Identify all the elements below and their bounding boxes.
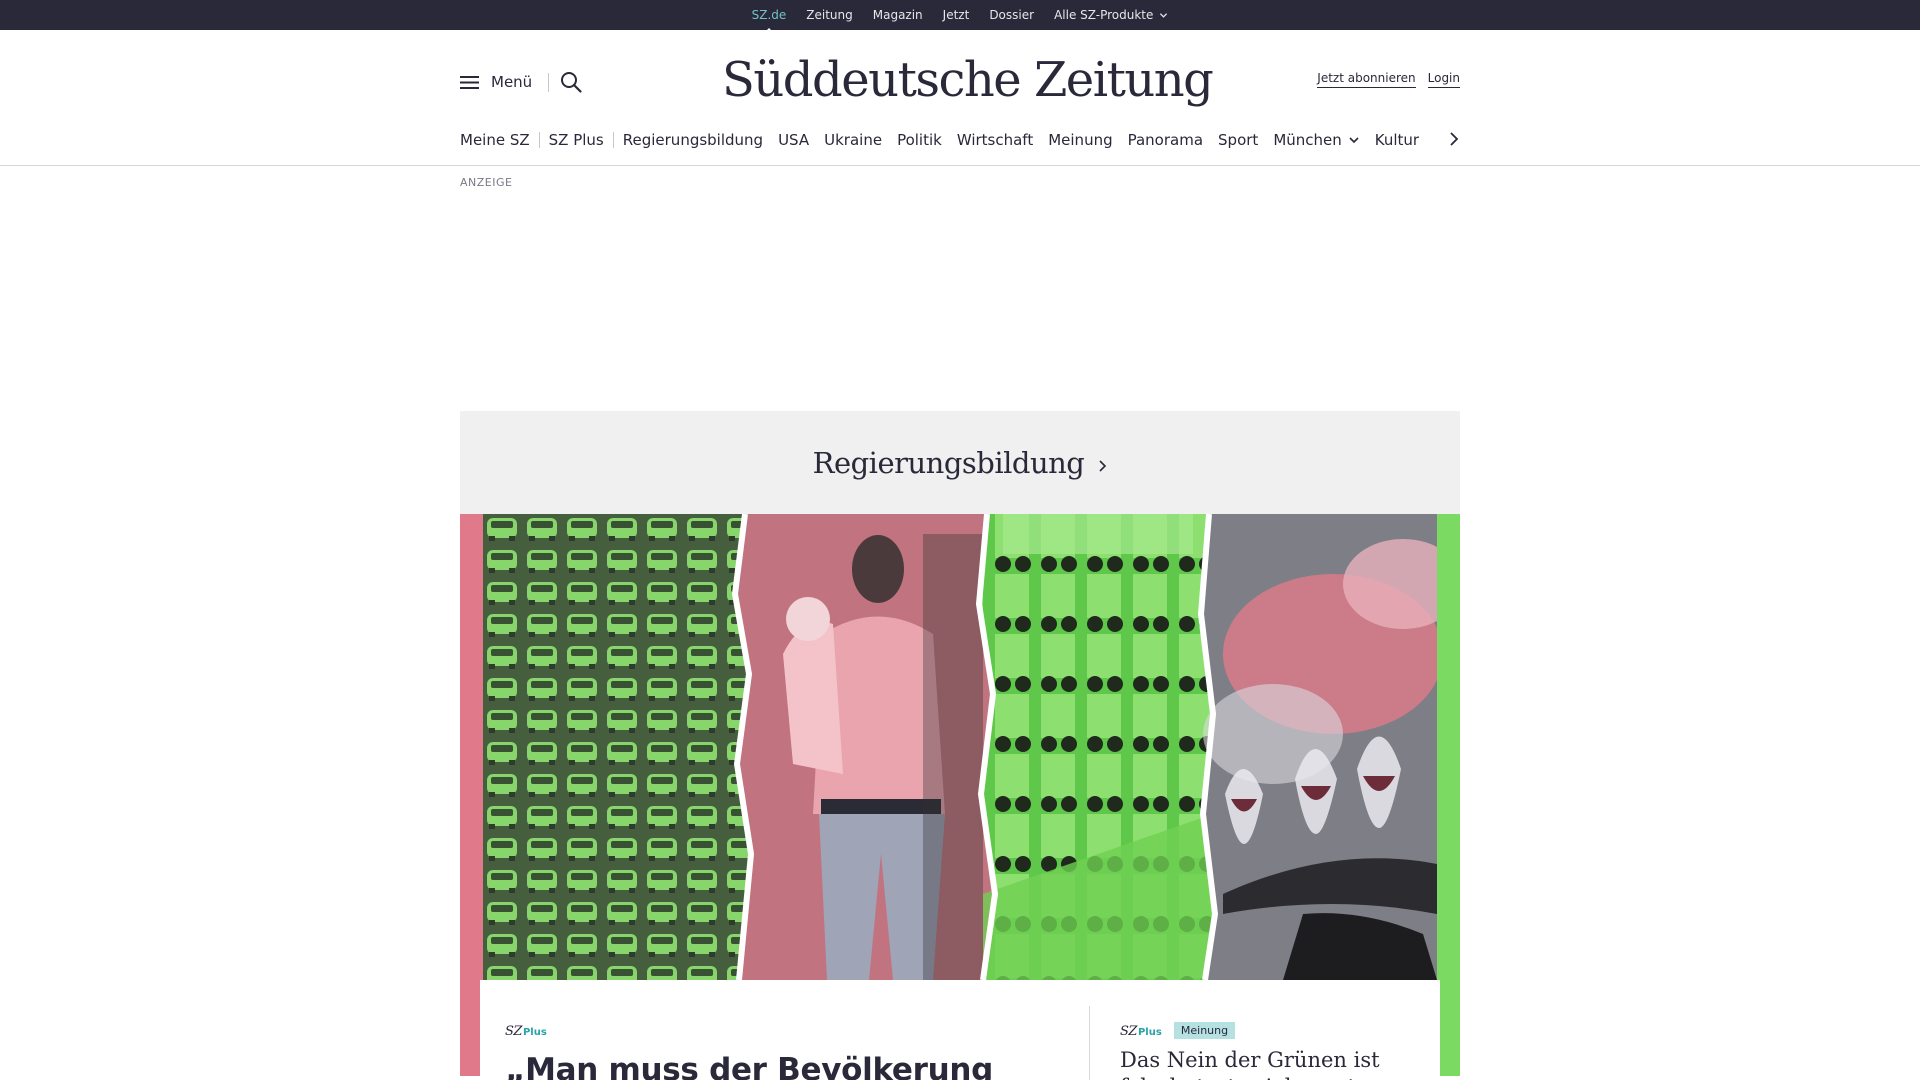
chevron-down-icon: [1160, 12, 1168, 18]
top-bar-link-label: Zeitung: [806, 8, 853, 22]
top-bar-link-label: Magazin: [872, 8, 923, 22]
top-bar-link-alle-sz-produkte[interactable]: Alle SZ-Produkte: [1054, 8, 1168, 22]
nav-item-label: USA: [778, 131, 810, 149]
teaser-card: SZPlus „Man muss der Bevölkerung reinen …: [480, 980, 1440, 1080]
section-title: Regierungsbildung: [812, 445, 1085, 480]
top-bar-link-dossier[interactable]: Dossier: [989, 8, 1034, 22]
card-divider: [1089, 1006, 1090, 1080]
header-divider: [548, 73, 549, 92]
opinion-badge: Meinung: [1173, 1022, 1236, 1039]
chevron-down-icon: [1349, 137, 1359, 144]
site-logo[interactable]: Süddeutsche Zeitung: [722, 48, 1214, 112]
chevron-right-icon: [1099, 459, 1107, 472]
sz-plus-suffix: Plus: [522, 1027, 547, 1038]
nav-item-meinung[interactable]: Meinung: [1048, 131, 1112, 149]
teaser-image[interactable]: [483, 514, 1437, 980]
nav-item-meine-sz[interactable]: Meine SZ: [460, 131, 530, 149]
sz-plus-label: SZ Plus: [505, 1024, 547, 1039]
nav-item-label: Sport: [1218, 131, 1259, 149]
nav-item-usa[interactable]: USA: [778, 131, 809, 149]
nav-item-sport[interactable]: Sport: [1218, 131, 1258, 149]
login-link[interactable]: Login: [1427, 71, 1460, 88]
nav-item-label: Panorama: [1127, 131, 1204, 149]
top-bar-link-jetzt[interactable]: Jetzt: [943, 8, 970, 22]
nav-item-label: Meinung: [1048, 131, 1113, 149]
sz-plus-brand: SZ: [505, 1024, 522, 1039]
nav-item-label: SZ Plus: [548, 131, 604, 149]
main-headline[interactable]: „Man muss der Bevölkerung reinen Wein ei…: [505, 1051, 1065, 1080]
nav-scroll-next-button[interactable]: [1449, 131, 1459, 151]
side-headline[interactable]: Das Nein der Grünen ist falsch, trotz vi…: [1120, 1047, 1420, 1080]
nav-item-label: Kultur: [1374, 131, 1420, 149]
hamburger-icon: [460, 75, 479, 89]
top-bar-link-magazin[interactable]: Magazin: [873, 8, 923, 22]
nav-item-kultur[interactable]: Kultur: [1375, 131, 1419, 149]
section-banner[interactable]: Regierungsbildung: [460, 411, 1460, 514]
account-links: Jetzt abonnieren Login: [1317, 71, 1460, 88]
nav-item-label: Regierungsbildung: [622, 131, 764, 149]
nav-item-sz-plus[interactable]: SZ Plus: [549, 131, 604, 149]
header-rule: [0, 165, 1920, 166]
nav-item-muenchen[interactable]: München: [1273, 131, 1359, 149]
top-bar: SZ.de Zeitung Magazin Jetzt Dossier Alle SZ-P…: [0, 0, 1920, 33]
sz-plus-brand: SZ: [1120, 1024, 1137, 1039]
ad-label: ANZEIGE: [460, 176, 513, 189]
site-header: Menü Süddeutsche Zeitung Jetzt abonniere…: [460, 30, 1460, 135]
main-article-teaser[interactable]: SZPlus „Man muss der Bevölkerung reinen …: [505, 1020, 1065, 1080]
search-button[interactable]: [560, 71, 582, 97]
nav-item-label: Ukraine: [824, 131, 883, 149]
teaser-frame-right: [1437, 514, 1460, 1076]
nav-item-label: Politik: [897, 131, 942, 149]
nav-item-label: Wirtschaft: [956, 131, 1034, 149]
sz-plus-label: SZ Plus: [1120, 1024, 1162, 1039]
chevron-right-icon: [1450, 132, 1459, 146]
nav-divider: [612, 132, 614, 148]
subscribe-link[interactable]: Jetzt abonnieren: [1317, 71, 1416, 88]
top-bar-link-zeitung[interactable]: Zeitung: [806, 8, 852, 22]
nav-item-ukraine[interactable]: Ukraine: [824, 131, 882, 149]
menu-button[interactable]: Menü: [460, 73, 532, 91]
nav-item-label: Meine SZ: [460, 131, 530, 149]
side-article-teaser[interactable]: SZPlus Meinung Das Nein der Grünen ist f…: [1120, 1020, 1420, 1080]
main-navigation: Meine SZ SZ Plus Regierungsbildung USA Ukrai…: [460, 128, 1460, 152]
top-bar-link-sz-de[interactable]: SZ.de: [751, 8, 787, 33]
collage-illustration: [483, 514, 1437, 980]
nav-item-wirtschaft[interactable]: Wirtschaft: [957, 131, 1033, 149]
nav-divider: [538, 132, 540, 148]
top-bar-link-label: Dossier: [989, 8, 1035, 22]
nav-item-regierungsbildung[interactable]: Regierungsbildung: [623, 131, 763, 149]
nav-item-panorama[interactable]: Panorama: [1128, 131, 1203, 149]
top-bar-link-label: SZ.de: [751, 8, 787, 22]
sz-plus-suffix: Plus: [1137, 1027, 1162, 1038]
top-bar-link-label: Jetzt: [942, 8, 970, 22]
menu-label: Menü: [491, 73, 533, 91]
nav-item-label: München: [1273, 131, 1342, 149]
nav-item-politik[interactable]: Politik: [897, 131, 942, 149]
search-icon: [561, 72, 582, 93]
top-bar-links: SZ.de Zeitung Magazin Jetzt Dossier Alle SZ-P…: [0, 0, 1920, 33]
lead-teaser: SZPlus „Man muss der Bevölkerung reinen …: [460, 514, 1460, 1080]
top-bar-link-label: Alle SZ-Produkte: [1054, 8, 1154, 22]
